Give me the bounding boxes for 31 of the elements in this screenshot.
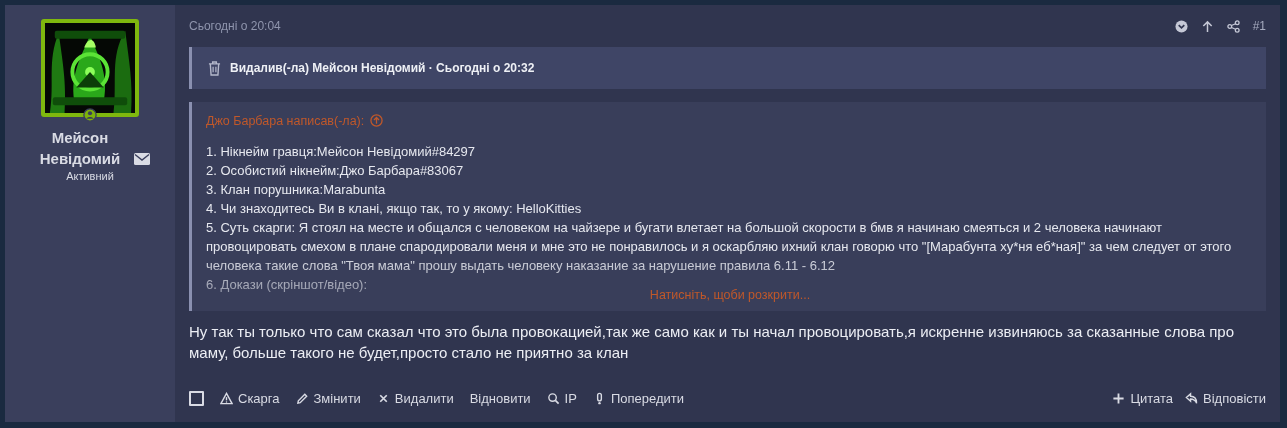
quote-line: 5. Суть скарги: Я стоял на месте и общался с человеком на чайзере и бугати влетает на большой скорости в бмв я начинаю смеяться и 2 человека начинают провоцировать смехом в плане спародировали меня и мне это не понравилось и я оскарбляю ихний клан говорю что "[Марабунта ху*ня еб*ная]" за чем следует от этого человека такие слова "Твоя мама" прошу выдать человеку наказание за нарушение правила 6.11 - 6.12: [206, 219, 1233, 275]
select-checkbox[interactable]: [189, 391, 204, 406]
pencil-icon: [295, 392, 309, 405]
quote-line: 3. Клан порушника:Marabunta: [206, 181, 387, 199]
quote-line: 4. Чи знаходитесь Ви в клані, якщо так, то у якому: HelloKitties: [206, 200, 583, 218]
envelope-icon[interactable]: [134, 153, 150, 165]
quote-action[interactable]: Цитата: [1112, 391, 1174, 406]
reply-icon: [1185, 392, 1199, 405]
plus-icon: [1112, 392, 1126, 405]
deleted-notice: Видалив(-ла) Мейсон Невідомий · Сьогодні о 20:32: [230, 61, 535, 75]
warning-icon: [220, 392, 233, 405]
quote-line: 6. Докази (скріншот/відео):: [206, 276, 369, 294]
user-status: Активний: [66, 170, 114, 182]
post-message: Ну так ты только что сам сказал что это была провокацией,так же само как и ты начал провоцировать,я искренне извиняюсь за сказанные слова про маму, больше такого не будет,просто стало не приятно за клан: [189, 322, 1235, 363]
reply-action[interactable]: Відповісти: [1185, 391, 1266, 406]
quote-line: 2. Особистий нікнейм:Джо Барбара#83067: [206, 162, 465, 180]
quote-line: 1. Нікнейм гравця:Мейсон Невідомий#84297: [206, 143, 477, 161]
report-action[interactable]: Скарга: [220, 391, 280, 406]
delete-action[interactable]: Видалити: [376, 391, 454, 406]
ip-action[interactable]: IP: [546, 391, 577, 406]
chevron-down-icon[interactable]: [1174, 19, 1188, 33]
warn-action[interactable]: Попередити: [592, 391, 684, 406]
search-icon: [546, 392, 560, 405]
share-icon[interactable]: [1226, 19, 1240, 33]
post-time[interactable]: Сьогодні о 20:04: [189, 19, 281, 33]
arrow-up-icon[interactable]: [1200, 19, 1214, 33]
post-number[interactable]: #1: [1252, 19, 1266, 33]
restore-action[interactable]: Відновити: [469, 391, 531, 406]
edit-action[interactable]: Змінити: [295, 391, 361, 406]
trash-icon: [208, 60, 221, 76]
username[interactable]: Мейсон Невідомий: [30, 127, 130, 169]
